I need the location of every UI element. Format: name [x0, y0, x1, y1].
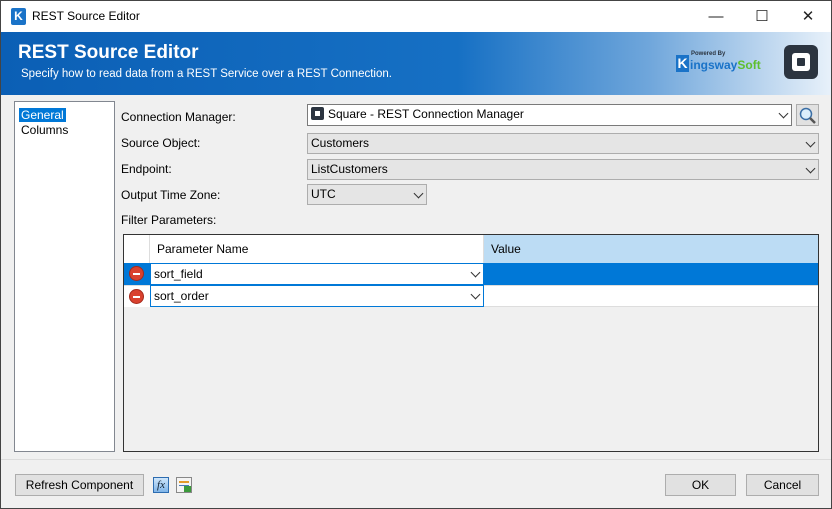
chevron-down-icon — [472, 264, 479, 284]
chevron-down-icon — [807, 160, 814, 179]
parameter-name-value: sort_field — [154, 267, 203, 281]
kingswaysoft-logo: K Powered By ingswaySoft — [676, 51, 761, 72]
row-header — [124, 285, 150, 307]
filter-parameters-grid: Parameter Name Value sort_field sort_ord… — [123, 234, 819, 452]
parameter-value-cell[interactable] — [484, 263, 818, 285]
endpoint-value: ListCustomers — [311, 162, 388, 176]
nav-item-general[interactable]: General — [19, 108, 66, 122]
expression-icon[interactable]: fx — [153, 477, 169, 493]
connection-manager-label: Connection Manager: — [121, 110, 236, 124]
filter-parameters-label: Filter Parameters: — [121, 213, 217, 227]
window-title: REST Source Editor — [32, 9, 140, 23]
time-zone-label: Output Time Zone: — [121, 188, 221, 202]
source-object-label: Source Object: — [121, 136, 201, 150]
chevron-down-icon — [780, 105, 787, 124]
chevron-down-icon — [472, 286, 479, 306]
search-connection-button[interactable] — [796, 104, 819, 126]
time-zone-value: UTC — [311, 187, 336, 201]
magnifier-icon — [799, 107, 816, 124]
delete-row-icon[interactable] — [129, 289, 144, 304]
chevron-down-icon — [807, 134, 814, 153]
endpoint-label: Endpoint: — [121, 162, 172, 176]
minimize-button[interactable]: — — [693, 1, 739, 32]
column-header-value[interactable]: Value — [484, 235, 818, 263]
column-mapping-icon[interactable] — [176, 477, 192, 493]
footer-divider — [1, 459, 831, 460]
time-zone-select[interactable]: UTC — [307, 184, 427, 205]
title-bar: K REST Source Editor — ☐ ✕ — [1, 1, 831, 32]
square-logo — [784, 45, 818, 79]
app-icon: K — [11, 8, 26, 25]
nav-item-columns[interactable]: Columns — [19, 123, 70, 137]
parameter-name-value: sort_order — [154, 289, 209, 303]
nav-list: General Columns — [14, 101, 115, 452]
refresh-component-button[interactable]: Refresh Component — [15, 474, 144, 496]
chevron-down-icon — [415, 185, 422, 204]
source-object-select[interactable]: Customers — [307, 133, 819, 154]
cancel-button[interactable]: Cancel — [746, 474, 819, 496]
maximize-button[interactable]: ☐ — [739, 1, 785, 32]
close-button[interactable]: ✕ — [785, 1, 831, 32]
ok-button[interactable]: OK — [665, 474, 736, 496]
endpoint-select[interactable]: ListCustomers — [307, 159, 819, 180]
connection-manager-select[interactable]: Square - REST Connection Manager — [307, 104, 792, 126]
delete-row-icon[interactable] — [129, 266, 144, 281]
row-header — [124, 263, 150, 285]
banner-subtitle: Specify how to read data from a REST Ser… — [21, 68, 392, 80]
column-header-parameter-name[interactable]: Parameter Name — [150, 235, 484, 263]
connection-manager-value: Square - REST Connection Manager — [328, 107, 524, 121]
banner-title: REST Source Editor — [18, 42, 199, 63]
square-icon — [311, 107, 324, 120]
parameter-name-select[interactable]: sort_field — [150, 263, 484, 285]
parameter-value-cell[interactable] — [484, 285, 818, 307]
source-object-value: Customers — [311, 136, 370, 150]
corner-header — [124, 235, 150, 263]
parameter-name-select[interactable]: sort_order — [150, 285, 484, 307]
